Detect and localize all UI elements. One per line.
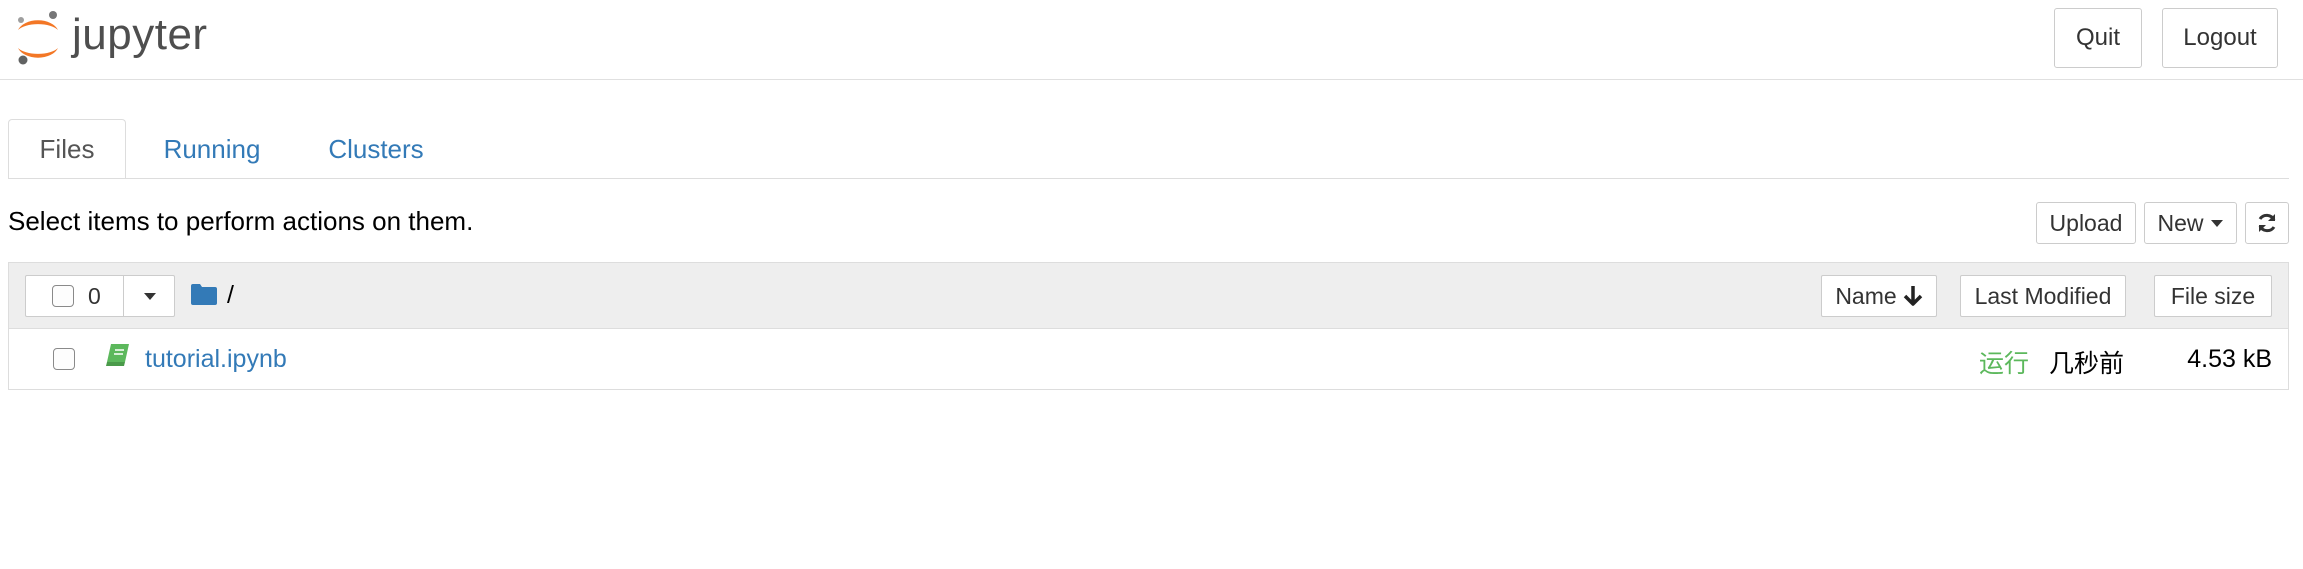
file-row[interactable]: tutorial.ipynb 运行 几秒前 4.53 kB [9, 330, 2288, 389]
file-row-checkbox[interactable] [53, 348, 75, 370]
select-all-checkbox[interactable] [52, 285, 74, 307]
quit-button[interactable]: Quit [2054, 8, 2142, 68]
selected-count: 0 [88, 283, 101, 309]
file-list: 0 / Name Last Modified File size tutoria… [8, 262, 2289, 390]
select-all-group: 0 [25, 275, 175, 317]
new-button-label: New [2157, 209, 2204, 236]
sort-by-last-modified-button[interactable]: Last Modified [1960, 275, 2126, 317]
folder-icon[interactable] [191, 283, 217, 305]
arrow-down-icon [1903, 286, 1922, 306]
last-modified-value: 几秒前 [2049, 350, 2125, 378]
tab-running[interactable]: Running [150, 119, 274, 179]
new-dropdown-button[interactable]: New [2144, 202, 2237, 244]
sort-by-file-size-button[interactable]: File size [2154, 275, 2272, 317]
breadcrumb-path[interactable]: / [227, 281, 234, 310]
refresh-icon [2258, 213, 2276, 233]
file-size-value: 4.53 kB [2187, 345, 2272, 373]
running-status: 运行 [1979, 350, 2030, 378]
caret-down-icon [2210, 220, 2223, 227]
notebook-icon [106, 344, 129, 366]
list-header: 0 / Name Last Modified File size [9, 263, 2288, 329]
tab-files[interactable]: Files [8, 119, 126, 179]
logout-button[interactable]: Logout [2162, 8, 2278, 68]
sort-by-name-button[interactable]: Name [1821, 275, 1937, 317]
file-name-link[interactable]: tutorial.ipynb [145, 345, 287, 374]
refresh-button[interactable] [2245, 202, 2289, 244]
selection-hint: Select items to perform actions on them. [8, 206, 474, 236]
tab-clusters[interactable]: Clusters [314, 119, 438, 179]
sort-name-label: Name [1835, 282, 1897, 309]
upload-button[interactable]: Upload [2036, 202, 2136, 244]
caret-down-icon [143, 293, 156, 300]
tabs-divider [8, 178, 2289, 179]
jupyter-logo-icon [18, 11, 58, 65]
logo-text: jupyter [72, 10, 208, 59]
jupyter-logo[interactable]: jupyter [16, 8, 236, 70]
selection-menu-dropdown[interactable] [124, 276, 175, 316]
header-bar: jupyter Quit Logout [0, 0, 2303, 80]
